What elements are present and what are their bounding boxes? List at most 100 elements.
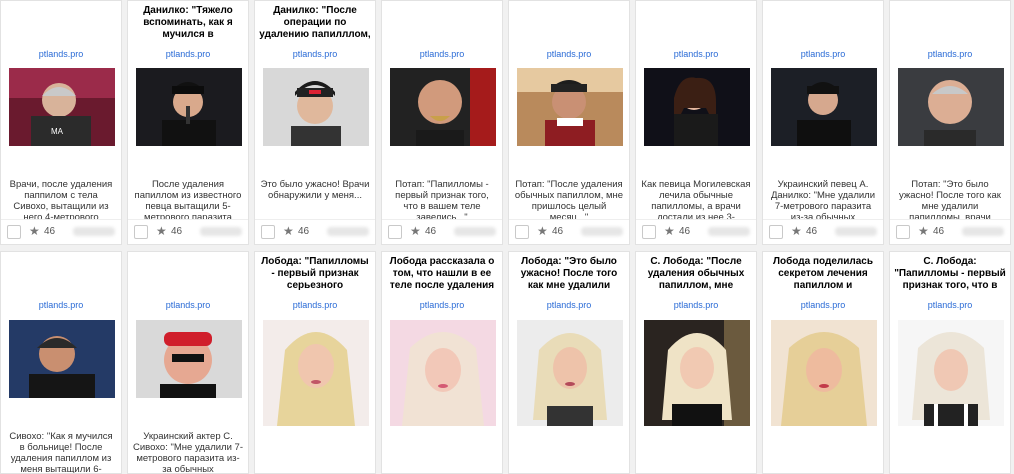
teaser-photo[interactable] xyxy=(136,320,242,398)
select-checkbox[interactable] xyxy=(515,225,529,239)
teaser-domain[interactable]: ptlands.pro xyxy=(890,300,1010,310)
teaser-photo[interactable] xyxy=(263,320,369,426)
teaser-card[interactable]: ptlands.pro Как певица Могилевская лечил… xyxy=(635,0,757,245)
teaser-title[interactable] xyxy=(894,5,1006,41)
teaser-title[interactable] xyxy=(767,5,879,41)
select-checkbox[interactable] xyxy=(642,225,656,239)
select-checkbox[interactable] xyxy=(261,225,275,239)
teaser-title[interactable]: Лобода рассказала о том, что нашли в ее … xyxy=(386,256,498,292)
teaser-description[interactable] xyxy=(895,431,1005,473)
teaser-title[interactable] xyxy=(5,256,117,292)
teaser-card[interactable]: Лобода рассказала о том, что нашли в ее … xyxy=(381,251,503,474)
teaser-title[interactable]: С. Лобода: "После удаления обычных папил… xyxy=(640,256,752,292)
teaser-card[interactable]: ptlands.pro Украинский певец А. Данилко:… xyxy=(762,0,884,245)
star-icon: ★ xyxy=(283,224,294,238)
teaser-card[interactable]: ptlands.pro MA Врачи, после удаления пап… xyxy=(0,0,122,245)
teaser-description[interactable] xyxy=(514,431,624,473)
teaser-title[interactable] xyxy=(386,5,498,41)
rating-count: 46 xyxy=(44,226,56,237)
select-checkbox[interactable] xyxy=(769,225,783,239)
teaser-domain[interactable]: ptlands.pro xyxy=(509,49,629,59)
teaser-domain[interactable]: ptlands.pro xyxy=(128,49,248,59)
teaser-description[interactable]: Как певица Могилевская лечила обычные па… xyxy=(641,179,751,219)
teaser-title[interactable] xyxy=(5,5,117,41)
teaser-domain[interactable]: ptlands.pro xyxy=(509,300,629,310)
teaser-domain[interactable]: ptlands.pro xyxy=(890,49,1010,59)
teaser-domain[interactable]: ptlands.pro xyxy=(763,300,883,310)
blurred-meta xyxy=(708,227,750,236)
teaser-title[interactable] xyxy=(513,5,625,41)
star-icon: ★ xyxy=(791,224,802,238)
teaser-domain[interactable]: ptlands.pro xyxy=(636,300,756,310)
teaser-domain[interactable]: ptlands.pro xyxy=(763,49,883,59)
teaser-photo[interactable] xyxy=(771,320,877,426)
teaser-title[interactable]: Лобода: "Это было ужасно! После того как… xyxy=(513,256,625,292)
rating-count: 46 xyxy=(171,226,183,237)
teaser-title[interactable]: С. Лобода: "Папилломы - первый признак т… xyxy=(894,256,1006,292)
teaser-description[interactable]: Украинский актер С. Сивохо: "Мне удалили… xyxy=(133,431,243,473)
teaser-description[interactable]: Потап: "Папилломы - первый признак того,… xyxy=(387,179,497,219)
teaser-photo[interactable]: MA xyxy=(9,68,115,146)
star-icon: ★ xyxy=(664,224,675,238)
teaser-description[interactable]: Врачи, после удаления паппилом с тела Си… xyxy=(6,179,116,219)
teaser-photo[interactable] xyxy=(517,320,623,426)
teaser-card[interactable]: ptlands.pro Потап: "Папилломы - первый п… xyxy=(381,0,503,245)
teaser-photo[interactable] xyxy=(263,68,369,146)
teaser-photo[interactable] xyxy=(898,68,1004,146)
teaser-card[interactable]: Данилко: "Тяжело вспоминать, как я мучил… xyxy=(127,0,249,245)
blurred-meta xyxy=(835,227,877,236)
rating-count: 46 xyxy=(425,226,437,237)
teaser-card[interactable]: ptlands.pro Украинский актер С. Сивохо: … xyxy=(127,251,249,474)
teaser-description[interactable]: Сивохо: "Как я мучился в больнице! После… xyxy=(6,431,116,473)
teaser-card[interactable]: С. Лобода: "После удаления обычных папил… xyxy=(635,251,757,474)
teaser-card[interactable]: Данилко: "После операции по удалению пап… xyxy=(254,0,376,245)
teaser-title[interactable]: Лобода: "Папилломы - первый признак серь… xyxy=(259,256,371,292)
teaser-photo[interactable] xyxy=(390,68,496,146)
teaser-description[interactable]: Это было ужасно! Врачи обнаружили у меня… xyxy=(260,179,370,219)
teaser-description[interactable] xyxy=(768,431,878,473)
rating-count: 46 xyxy=(298,226,310,237)
teaser-domain[interactable]: ptlands.pro xyxy=(128,300,248,310)
teaser-card[interactable]: ptlands.pro Потап: "Это было ужасно! Пос… xyxy=(889,0,1011,245)
select-checkbox[interactable] xyxy=(388,225,402,239)
teaser-domain[interactable]: ptlands.pro xyxy=(1,49,121,59)
teaser-domain[interactable]: ptlands.pro xyxy=(255,300,375,310)
teaser-title[interactable] xyxy=(132,256,244,292)
teaser-domain[interactable]: ptlands.pro xyxy=(382,49,502,59)
teaser-photo[interactable] xyxy=(390,320,496,426)
teaser-photo[interactable] xyxy=(9,320,115,398)
teaser-photo[interactable] xyxy=(644,68,750,146)
teaser-description[interactable] xyxy=(387,431,497,473)
teaser-photo[interactable] xyxy=(644,320,750,426)
teaser-card[interactable]: Лобода: "Папилломы - первый признак серь… xyxy=(254,251,376,474)
teaser-photo[interactable] xyxy=(517,68,623,146)
teaser-description[interactable]: Потап: "Это было ужасно! После того как … xyxy=(895,179,1005,219)
teaser-title[interactable]: Данилко: "После операции по удалению пап… xyxy=(259,5,371,41)
teaser-photo[interactable] xyxy=(898,320,1004,426)
teaser-card[interactable]: С. Лобода: "Папилломы - первый признак т… xyxy=(889,251,1011,474)
teaser-title[interactable] xyxy=(640,5,752,41)
teaser-domain[interactable]: ptlands.pro xyxy=(1,300,121,310)
select-checkbox[interactable] xyxy=(134,225,148,239)
teaser-card[interactable]: Лобода: "Это было ужасно! После того как… xyxy=(508,251,630,474)
teaser-description[interactable] xyxy=(260,431,370,473)
teaser-photo[interactable] xyxy=(136,68,242,146)
teaser-footer: ★ 46 xyxy=(382,219,502,244)
teaser-description[interactable]: Потап: "После удаления обычных папиллом,… xyxy=(514,179,624,219)
teaser-title[interactable]: Данилко: "Тяжело вспоминать, как я мучил… xyxy=(132,5,244,41)
teaser-domain[interactable]: ptlands.pro xyxy=(255,49,375,59)
teaser-card[interactable]: ptlands.pro Потап: "После удаления обычн… xyxy=(508,0,630,245)
teaser-description[interactable]: После удаления папиллом из известного пе… xyxy=(133,179,243,219)
blurred-meta xyxy=(454,227,496,236)
teaser-card[interactable]: ptlands.pro Сивохо: "Как я мучился в бол… xyxy=(0,251,122,474)
select-checkbox[interactable] xyxy=(7,225,21,239)
teaser-domain[interactable]: ptlands.pro xyxy=(382,300,502,310)
teaser-description[interactable]: Украинский певец А. Данилко: "Мне удалил… xyxy=(768,179,878,219)
teaser-footer: ★ 46 xyxy=(255,219,375,244)
teaser-photo[interactable] xyxy=(771,68,877,146)
teaser-card[interactable]: Лобода поделилась секретом лечения папил… xyxy=(762,251,884,474)
teaser-title[interactable]: Лобода поделилась секретом лечения папил… xyxy=(767,256,879,292)
teaser-domain[interactable]: ptlands.pro xyxy=(636,49,756,59)
teaser-description[interactable] xyxy=(641,431,751,473)
select-checkbox[interactable] xyxy=(896,225,910,239)
